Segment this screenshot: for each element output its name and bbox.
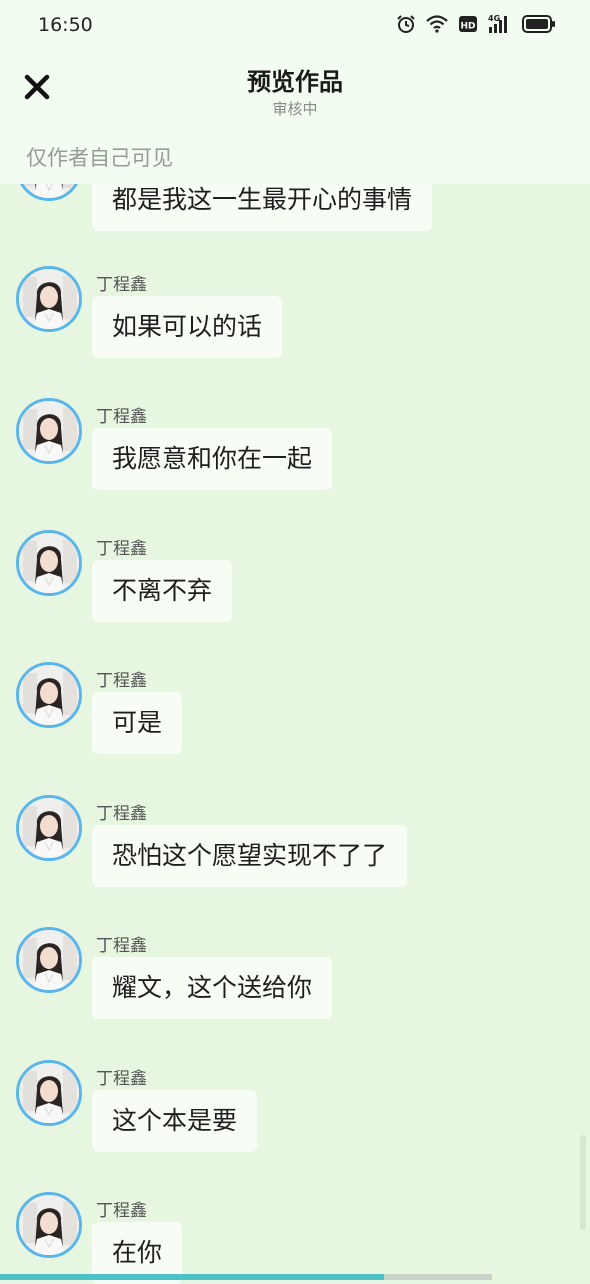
hd-label: HD (460, 22, 475, 32)
review-status: 审核中 (272, 100, 318, 118)
portrait-icon (19, 401, 79, 461)
clock: 16:50 (38, 14, 93, 36)
alarm-icon (396, 14, 416, 34)
portrait-icon (19, 533, 79, 593)
reading-progress-fill (0, 1274, 384, 1280)
status-bar: 16:50 HD 4G (0, 0, 590, 52)
portrait-icon (19, 665, 79, 725)
sender-name: 丁程鑫 (96, 936, 147, 956)
message-bubble[interactable]: 这个本是要 (92, 1090, 258, 1152)
avatar[interactable] (16, 927, 82, 993)
portrait-icon (19, 269, 79, 329)
message-bubble[interactable]: 不离不弃 (92, 560, 233, 622)
sender-name: 丁程鑫 (96, 407, 147, 427)
page-title: 预览作品 (247, 68, 343, 96)
avatar[interactable] (16, 795, 82, 861)
visibility-note: 仅作者自己可见 (26, 146, 173, 170)
message-bubble[interactable]: 恐怕这个愿望实现不了了 (92, 825, 408, 887)
sender-name: 丁程鑫 (96, 275, 147, 295)
sender-name: 丁程鑫 (96, 539, 147, 559)
sender-name: 丁程鑫 (96, 671, 147, 691)
message-bubble[interactable]: 我愿意和你在一起 (92, 428, 333, 490)
avatar[interactable] (16, 1192, 82, 1258)
network-label: 4G (488, 14, 500, 23)
avatar[interactable] (16, 662, 82, 728)
avatar[interactable] (16, 398, 82, 464)
chat-area: 都是我这一生最开心的事情 丁程鑫 如果可以的话 丁程鑫 我愿意和你在一起 丁程鑫… (0, 0, 590, 1284)
message-bubble[interactable]: 如果可以的话 (92, 296, 283, 358)
message-bubble[interactable]: 可是 (92, 692, 183, 754)
battery-icon (522, 15, 556, 33)
avatar[interactable] (16, 530, 82, 596)
sender-name: 丁程鑫 (96, 1201, 147, 1221)
portrait-icon (19, 798, 79, 858)
scrollbar[interactable] (580, 1135, 586, 1230)
hd-icon: HD (458, 14, 478, 34)
reading-progress-bar (0, 1274, 492, 1280)
portrait-icon (19, 930, 79, 990)
sender-name: 丁程鑫 (96, 1069, 147, 1089)
portrait-icon (19, 1195, 79, 1255)
status-icons: HD 4G (396, 14, 556, 34)
app-header: 预览作品 审核中 仅作者自己可见 (0, 52, 590, 184)
sender-name: 丁程鑫 (96, 804, 147, 824)
avatar[interactable] (16, 1060, 82, 1126)
portrait-icon (19, 1063, 79, 1123)
avatar[interactable] (16, 266, 82, 332)
wifi-icon (426, 15, 448, 33)
message-bubble[interactable]: 耀文，这个送给你 (92, 957, 333, 1019)
signal-icon: 4G (488, 14, 512, 34)
